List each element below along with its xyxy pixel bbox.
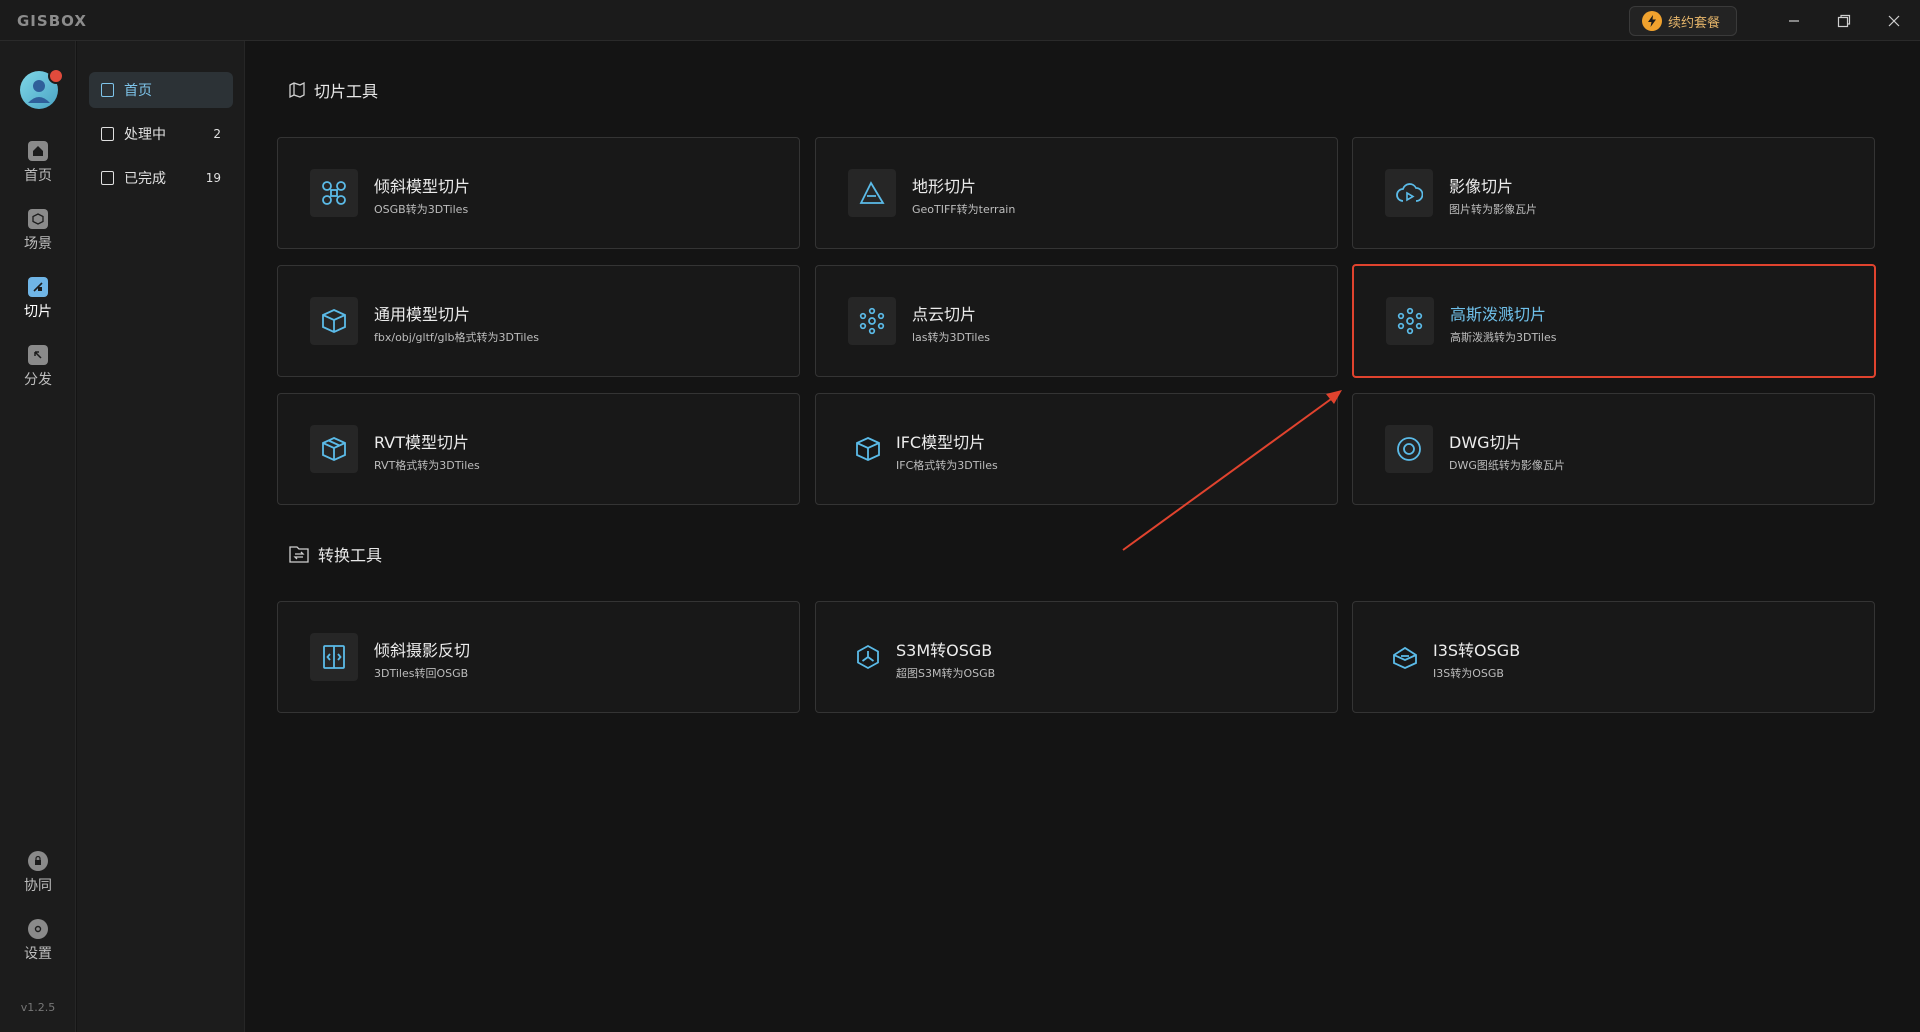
rail-label: 分发 — [24, 372, 52, 388]
lightning-icon — [1642, 11, 1662, 31]
card-title: RVT模型切片 — [374, 433, 469, 452]
card-subtitle: fbx/obj/gltf/glb格式转为3DTiles — [374, 331, 539, 344]
terrain-icon — [848, 169, 896, 217]
card-subtitle: I3S转为OSGB — [1433, 667, 1504, 680]
rail-label: 切片 — [24, 304, 52, 320]
home-icon — [28, 141, 48, 161]
rail-item-slice[interactable]: 切片 — [0, 277, 76, 335]
dwg-icon — [1385, 425, 1433, 473]
file-icon — [101, 127, 114, 141]
restore-button[interactable] — [1831, 8, 1857, 34]
tool-card-terrain-slice[interactable]: 地形切片 GeoTIFF转为terrain — [815, 137, 1338, 249]
processing-count: 2 — [213, 127, 221, 141]
section-title-slice-tools: 切片工具 — [288, 78, 378, 102]
folder-swap-icon — [289, 546, 309, 563]
renew-plan-button[interactable]: 续约套餐 — [1629, 6, 1737, 36]
card-subtitle: 高斯泼溅转为3DTiles — [1450, 331, 1557, 344]
card-title: IFC模型切片 — [896, 433, 986, 452]
minimize-icon — [1789, 20, 1799, 22]
tool-card-general-model-slice[interactable]: 通用模型切片 fbx/obj/gltf/glb格式转为3DTiles — [277, 265, 800, 377]
card-title: S3M转OSGB — [896, 641, 993, 660]
gaussian-icon — [1386, 297, 1434, 345]
card-title: DWG切片 — [1449, 433, 1522, 452]
notification-badge — [48, 68, 64, 84]
card-subtitle: 3DTiles转回OSGB — [374, 667, 469, 680]
tool-card-i3s-to-osgb[interactable]: I3S转OSGB I3S转为OSGB — [1352, 601, 1875, 713]
tool-card-s3m-to-osgb[interactable]: S3M转OSGB 超图S3M转为OSGB — [815, 601, 1338, 713]
rail-label: 设置 — [24, 946, 52, 962]
rvt-icon — [310, 425, 358, 473]
cube-icon — [28, 209, 48, 229]
primary-nav-rail: 首页 场景 切片 分发 协同 设置 v1.2.5 — [0, 41, 76, 1032]
rail-item-collaborate[interactable]: 协同 — [0, 851, 76, 909]
gear-icon — [28, 919, 48, 939]
card-title: 高斯泼溅切片 — [1450, 305, 1547, 324]
cloud-play-icon — [1385, 169, 1433, 217]
file-plus-icon — [101, 83, 114, 97]
tool-card-dwg-slice[interactable]: DWG切片 DWG图纸转为影像瓦片 — [1352, 393, 1875, 505]
tool-card-gaussian-splat-slice[interactable]: 高斯泼溅切片 高斯泼溅转为3DTiles — [1352, 264, 1876, 378]
subnav-item-home[interactable]: 首页 — [89, 72, 233, 108]
ifc-icon — [844, 425, 892, 473]
close-icon — [1888, 15, 1900, 27]
point-cloud-icon — [848, 297, 896, 345]
card-subtitle: 超图S3M转为OSGB — [896, 667, 996, 680]
subnav-item-completed[interactable]: 已完成 19 — [89, 160, 233, 196]
subnav-label: 首页 — [124, 83, 152, 99]
section-title-text: 转换工具 — [318, 546, 383, 565]
rail-item-distribute[interactable]: 分发 — [0, 345, 76, 403]
subnav-item-processing[interactable]: 处理中 2 — [89, 116, 233, 152]
i3s-icon — [1381, 633, 1429, 681]
card-title: 地形切片 — [912, 177, 977, 196]
minimize-button[interactable] — [1781, 8, 1807, 34]
subnav-label: 处理中 — [124, 127, 166, 143]
s3m-icon — [844, 633, 892, 681]
share-icon — [28, 345, 48, 365]
slice-icon — [28, 277, 48, 297]
card-title: 影像切片 — [1449, 177, 1514, 196]
rail-label: 协同 — [24, 878, 52, 894]
map-book-icon — [289, 81, 305, 99]
card-subtitle: las转为3DTiles — [912, 331, 990, 344]
rail-item-settings[interactable]: 设置 — [0, 919, 76, 977]
card-title: 倾斜摄影反切 — [374, 641, 471, 660]
tool-card-imagery-slice[interactable]: 影像切片 图片转为影像瓦片 — [1352, 137, 1875, 249]
card-title: I3S转OSGB — [1433, 641, 1521, 660]
restore-icon — [1837, 14, 1851, 28]
card-subtitle: DWG图纸转为影像瓦片 — [1449, 459, 1565, 472]
box-icon — [310, 297, 358, 345]
renew-plan-label: 续约套餐 — [1668, 15, 1721, 31]
card-subtitle: IFC格式转为3DTiles — [896, 459, 998, 472]
rail-label: 场景 — [24, 236, 52, 252]
card-subtitle: GeoTIFF转为terrain — [912, 203, 1016, 216]
reverse-icon — [310, 633, 358, 681]
annotation-arrow — [1122, 390, 1342, 551]
completed-count: 19 — [205, 171, 221, 185]
card-title: 倾斜模型切片 — [374, 177, 471, 196]
rail-label: 首页 — [24, 168, 52, 184]
title-bar: GISBOX 续约套餐 — [0, 0, 1920, 41]
card-subtitle: RVT格式转为3DTiles — [374, 459, 480, 472]
app-version: v1.2.5 — [20, 1001, 56, 1014]
section-title-convert-tools: 转换工具 — [288, 542, 382, 566]
section-title-text: 切片工具 — [314, 82, 379, 101]
card-subtitle: 图片转为影像瓦片 — [1449, 203, 1537, 216]
card-title: 通用模型切片 — [374, 305, 471, 324]
file-check-icon — [101, 171, 114, 185]
close-button[interactable] — [1881, 8, 1907, 34]
tool-card-rvt-model-slice[interactable]: RVT模型切片 RVT格式转为3DTiles — [277, 393, 800, 505]
secondary-nav: 首页 处理中 2 已完成 19 — [77, 41, 245, 1032]
tool-card-oblique-reverse[interactable]: 倾斜摄影反切 3DTiles转回OSGB — [277, 601, 800, 713]
drone-icon — [310, 169, 358, 217]
card-title: 点云切片 — [912, 305, 977, 324]
subnav-label: 已完成 — [124, 171, 166, 187]
tool-card-point-cloud-slice[interactable]: 点云切片 las转为3DTiles — [815, 265, 1338, 377]
rail-item-home[interactable]: 首页 — [0, 141, 76, 199]
app-logo: GISBOX — [17, 12, 87, 30]
rail-item-scene[interactable]: 场景 — [0, 209, 76, 267]
card-subtitle: OSGB转为3DTiles — [374, 203, 469, 216]
lock-icon — [28, 851, 48, 871]
tool-card-oblique-model-slice[interactable]: 倾斜模型切片 OSGB转为3DTiles — [277, 137, 800, 249]
